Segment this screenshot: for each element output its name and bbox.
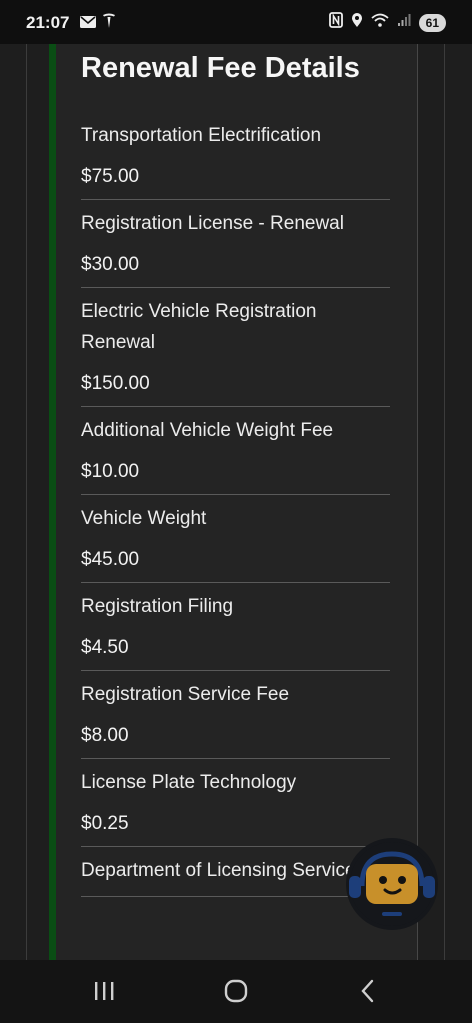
fee-item: Transportation Electrification $75.00 <box>81 112 390 200</box>
assistant-button[interactable] <box>346 838 438 930</box>
fee-amount: $0.25 <box>81 813 129 834</box>
tesla-icon <box>102 13 116 34</box>
fee-label: License Plate Technology <box>81 772 297 793</box>
fee-amount: $4.50 <box>81 637 129 658</box>
status-time: 21:07 <box>26 13 70 32</box>
fee-label: Registration Filing <box>81 596 234 617</box>
status-bar: 21:07 61 <box>0 0 472 44</box>
robot-assistant-icon <box>349 842 435 926</box>
fee-label: Electric Vehicle Registration Renewal <box>81 301 317 353</box>
location-icon <box>351 12 363 33</box>
fee-item: Vehicle Weight $45.00 <box>81 495 390 583</box>
fee-amount: $30.00 <box>81 254 140 275</box>
fee-amount: $8.00 <box>81 725 129 746</box>
fee-label: Vehicle Weight <box>81 508 207 529</box>
fee-label: Transportation Electrification <box>81 125 322 146</box>
fee-label: Registration License - Renewal <box>81 213 344 234</box>
back-icon[interactable] <box>348 976 388 1006</box>
signal-icon <box>397 13 411 32</box>
fee-label: Registration Service Fee <box>81 684 290 705</box>
system-nav-bar <box>0 960 472 1023</box>
fee-amount: $75.00 <box>81 166 140 187</box>
fee-item: Registration Filing $4.50 <box>81 583 390 671</box>
fee-item: Registration Service Fee $8.00 <box>81 671 390 759</box>
mail-icon <box>80 15 96 33</box>
fee-item: Registration License - Renewal $30.00 <box>81 200 390 288</box>
fee-label: Additional Vehicle Weight Fee <box>81 420 334 441</box>
fee-item: Electric Vehicle Registration Renewal $15… <box>81 288 390 407</box>
wifi-icon <box>371 13 389 32</box>
recents-icon[interactable] <box>84 976 124 1006</box>
fee-item: Additional Vehicle Weight Fee $10.00 <box>81 407 390 495</box>
fee-list: Transportation Electrification $75.00 Regi… <box>81 112 390 897</box>
fee-amount: $45.00 <box>81 549 140 570</box>
fee-item: License Plate Technology $0.25 <box>81 759 390 847</box>
fee-amount: $10.00 <box>81 461 140 482</box>
accent-bar <box>49 44 56 960</box>
frame-border-right <box>444 44 445 960</box>
home-icon[interactable] <box>216 976 256 1006</box>
frame-border-left <box>26 44 27 960</box>
page-title: Renewal Fee Details <box>81 52 360 84</box>
nfc-icon <box>328 12 343 33</box>
battery-badge: 61 <box>418 13 446 32</box>
fee-item: Department of Licensing Service <box>81 847 390 897</box>
fee-label: Department of Licensing Service <box>81 860 356 881</box>
fee-amount: $150.00 <box>81 373 150 394</box>
